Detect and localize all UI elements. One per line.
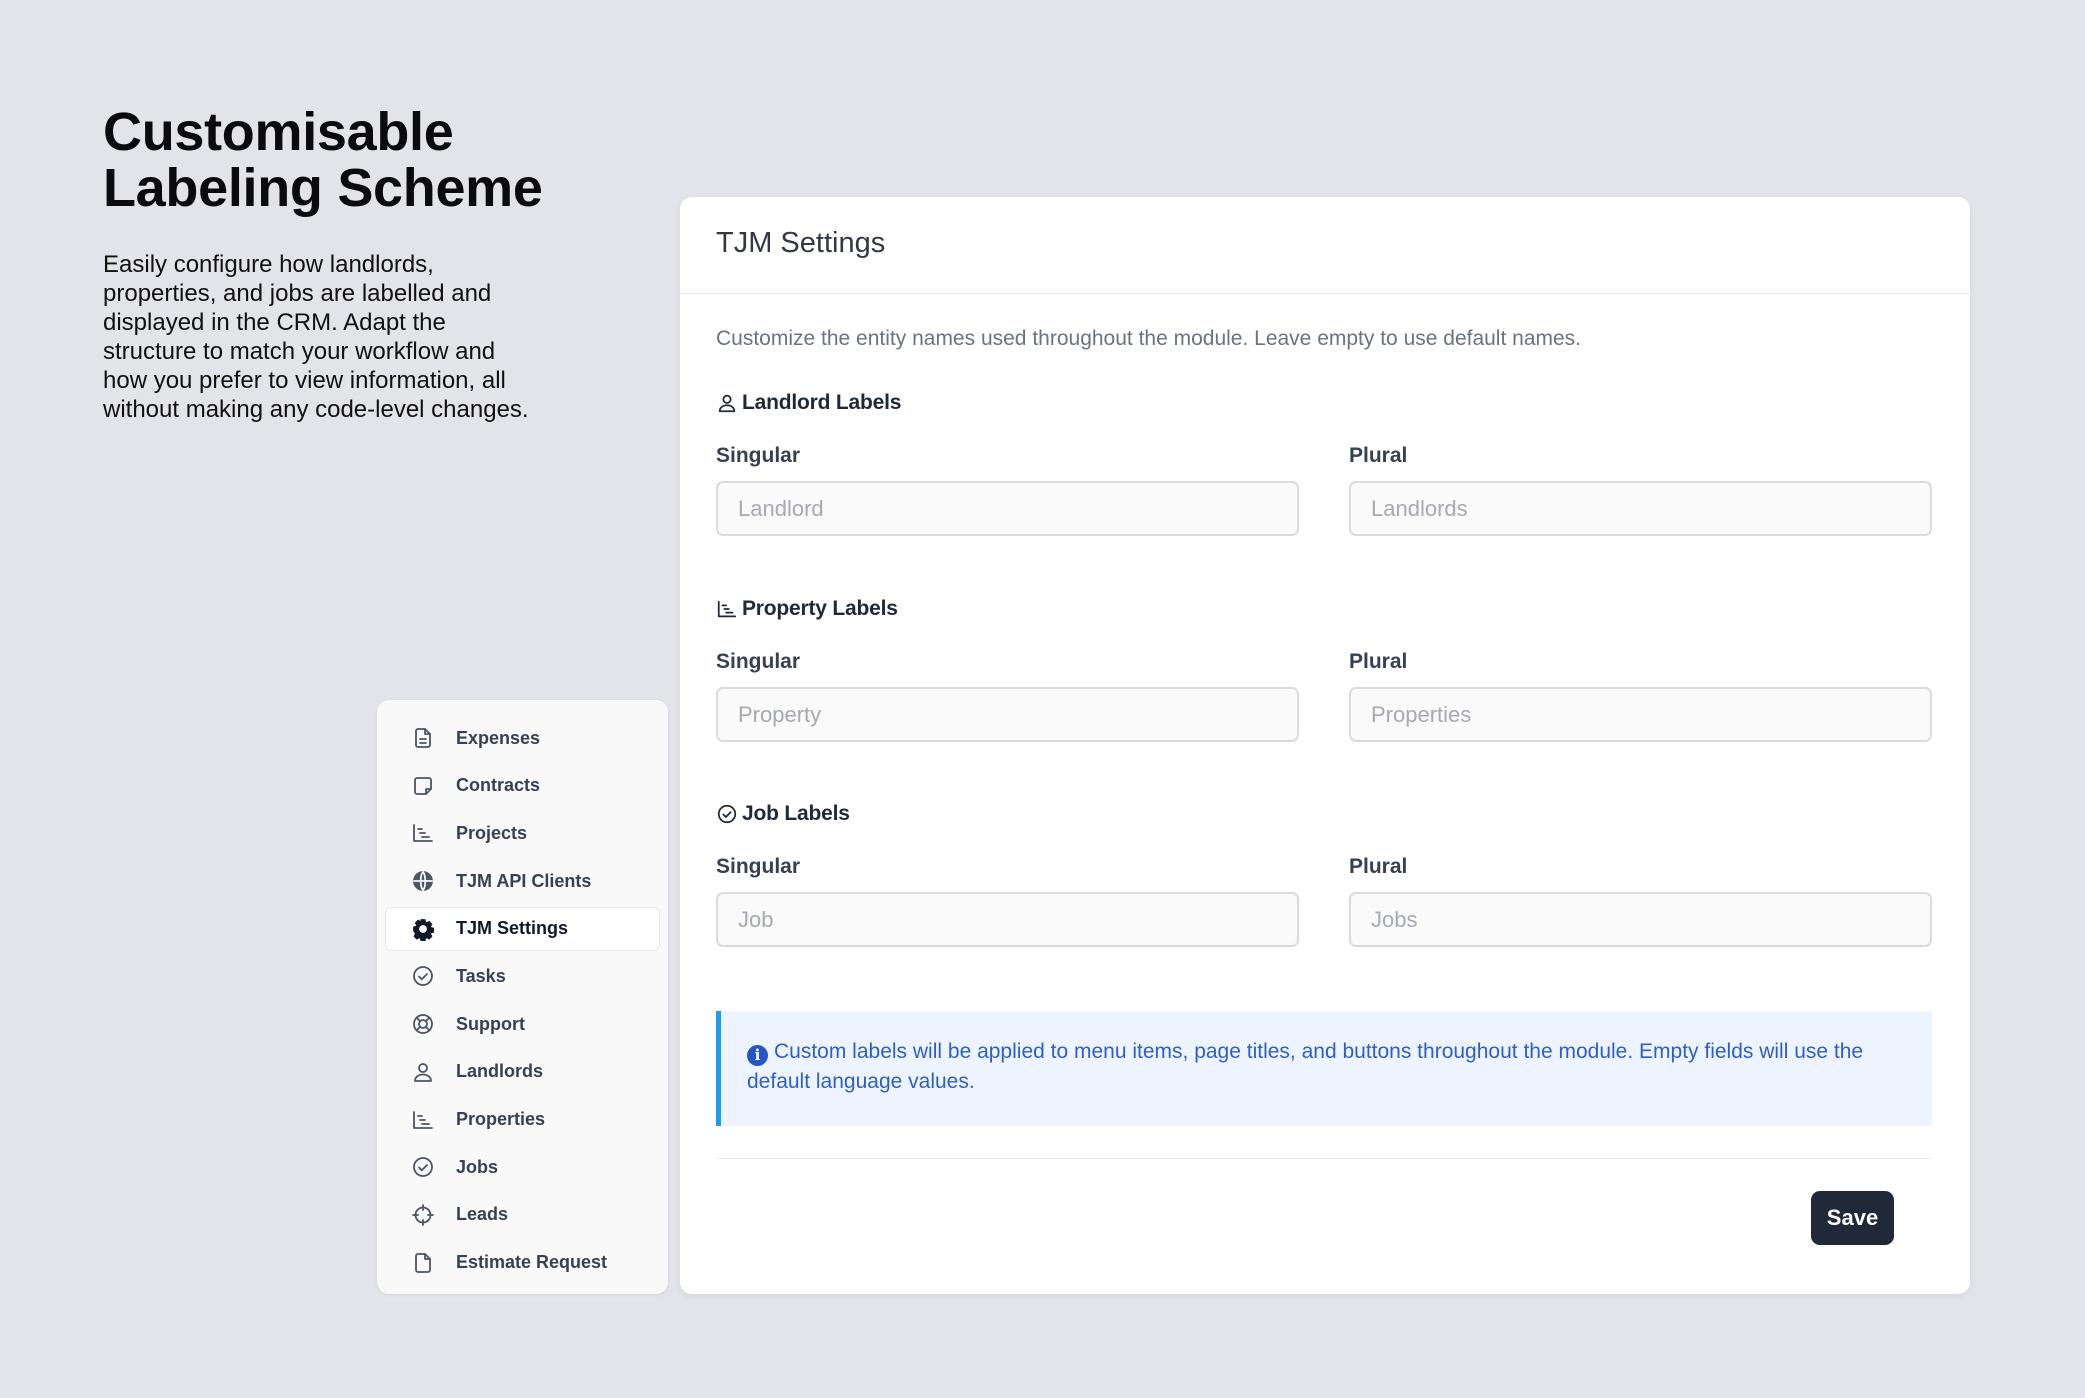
property-plural-label: Plural — [1349, 650, 1408, 673]
landlord-singular-field: Singular — [716, 444, 1299, 536]
settings-title: TJM Settings — [716, 227, 886, 259]
landlord-singular-input[interactable] — [716, 481, 1299, 536]
job-plural-label: Plural — [1349, 855, 1408, 878]
menu-item-label: Leads — [456, 1204, 509, 1225]
menu-item-tasks[interactable]: Tasks — [385, 954, 660, 998]
job-singular-label: Singular — [716, 855, 801, 878]
property-section-title: Property Labels — [716, 597, 1932, 621]
card-footer: Save — [716, 1159, 1932, 1245]
menu-item-label: TJM API Clients — [456, 870, 592, 891]
menu-item-label: Projects — [456, 822, 528, 843]
menu-item-label: Expenses — [456, 727, 541, 748]
job-section-title: Job Labels — [716, 802, 1932, 826]
check-circle-icon — [717, 804, 737, 824]
menu-item-estimate-request[interactable]: Estimate Request — [385, 1241, 660, 1285]
settings-description: Customize the entity names used througho… — [716, 327, 1582, 350]
menu-item-tjm-settings[interactable]: TJM Settings — [385, 906, 660, 951]
file-icon — [410, 1250, 436, 1276]
promo-title-line1: Customisable — [103, 102, 454, 162]
sidebar-menu: Expenses Contracts Projects TJM API Clie… — [377, 700, 668, 1294]
menu-item-label: TJM Settings — [456, 918, 569, 939]
property-plural-field: Plural — [1349, 650, 1932, 742]
menu-item-leads[interactable]: Leads — [385, 1193, 660, 1237]
menu-item-label: Properties — [456, 1109, 546, 1129]
menu-item-label: Jobs — [456, 1156, 499, 1177]
job-section-label: Job Labels — [742, 802, 850, 825]
menu-item-label: Contracts — [456, 775, 541, 796]
landlord-plural-field: Plural — [1349, 444, 1932, 536]
menu-item-label: Landlords — [456, 1061, 544, 1082]
landlord-plural-input[interactable] — [1349, 481, 1932, 536]
promo-title: Customisable Labeling Scheme — [103, 104, 663, 216]
settings-card-header: TJM Settings — [680, 197, 1970, 294]
menu-item-properties[interactable]: Properties — [385, 1098, 660, 1142]
job-fields-row: Singular Plural — [716, 855, 1932, 947]
user-icon — [718, 394, 736, 413]
menu-item-landlords[interactable]: Landlords — [385, 1050, 660, 1094]
menu-item-tjm-api-clients[interactable]: TJM API Clients — [385, 859, 660, 903]
menu-item-projects[interactable]: Projects — [385, 811, 660, 855]
file-text-icon — [410, 725, 436, 751]
property-singular-label: Singular — [716, 650, 801, 673]
landlord-fields-row: Singular Plural — [716, 444, 1932, 536]
job-singular-field: Singular — [716, 855, 1299, 947]
landlord-section-label: Landlord Labels — [742, 391, 902, 414]
gantt-chart-icon — [717, 600, 737, 618]
crosshair-icon — [410, 1202, 436, 1228]
menu-item-label: Estimate Request — [456, 1252, 608, 1273]
property-section-label: Property Labels — [742, 597, 898, 620]
globe-icon — [410, 868, 436, 894]
menu-item-label: Support — [456, 1013, 525, 1034]
info-icon: i — [747, 1044, 768, 1066]
job-plural-field: Plural — [1349, 855, 1932, 947]
info-alert: i Custom labels will be applied to menu i… — [716, 1011, 1932, 1126]
settings-card: TJM Settings Customize the entity names … — [680, 197, 1970, 1294]
property-plural-input[interactable] — [1349, 687, 1932, 742]
promo-body: Easily configure how landlords, properti… — [103, 251, 529, 423]
menu-item-expenses[interactable]: Expenses — [385, 716, 660, 760]
landlord-plural-label: Plural — [1349, 444, 1408, 467]
gantt-chart-icon — [410, 820, 436, 846]
check-circle-icon — [410, 963, 436, 989]
info-text: Custom labels will be applied to menu it… — [747, 1040, 1864, 1093]
promo-title-line2: Labeling Scheme — [103, 158, 543, 218]
job-singular-input[interactable] — [716, 892, 1299, 947]
menu-item-contracts[interactable]: Contracts — [385, 764, 660, 808]
menu-item-support[interactable]: Support — [385, 1002, 660, 1046]
promo-block: Customisable Labeling Scheme Easily conf… — [103, 104, 663, 424]
menu-item-jobs[interactable]: Jobs — [385, 1145, 660, 1189]
settings-card-body: Customize the entity names used througho… — [680, 327, 1970, 1245]
gear-icon — [410, 916, 436, 942]
life-ring-icon — [410, 1011, 436, 1037]
property-singular-input[interactable] — [716, 687, 1299, 742]
save-button[interactable]: Save — [1811, 1191, 1894, 1245]
user-icon — [410, 1059, 436, 1085]
property-singular-field: Singular — [716, 650, 1299, 742]
property-fields-row: Singular Plural — [716, 650, 1932, 742]
menu-item-label: Tasks — [456, 965, 506, 986]
landlord-section-title: Landlord Labels — [716, 391, 1932, 415]
check-circle-icon — [410, 1154, 436, 1180]
sticky-note-icon — [410, 773, 436, 799]
gantt-chart-icon — [410, 1107, 436, 1133]
job-plural-input[interactable] — [1349, 892, 1932, 947]
landlord-singular-label: Singular — [716, 444, 801, 467]
